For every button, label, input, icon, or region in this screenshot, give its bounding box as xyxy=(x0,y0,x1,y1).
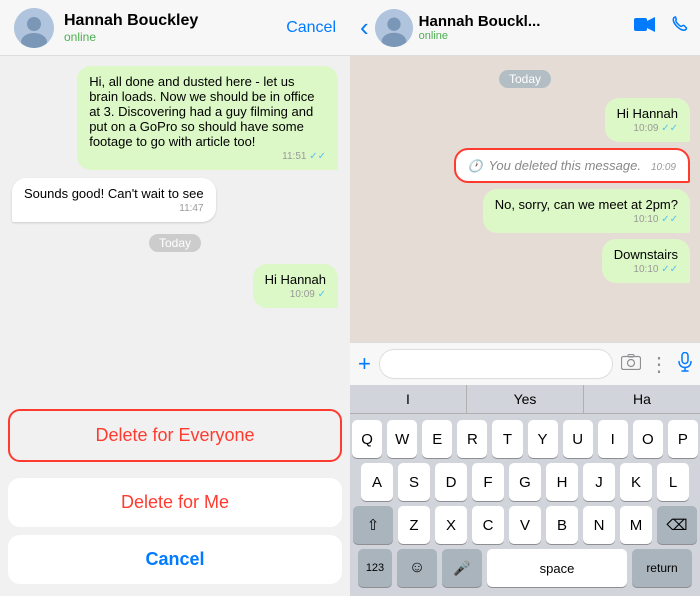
deleted-message-bubble: 🕐 You deleted this message. 10:09 xyxy=(454,148,690,183)
back-icon[interactable]: ‹ xyxy=(360,12,369,43)
right-panel: ‹ Hannah Bouckl... online xyxy=(350,0,700,596)
key-x[interactable]: X xyxy=(435,506,467,544)
key-n[interactable]: N xyxy=(583,506,615,544)
key-o[interactable]: O xyxy=(633,420,663,458)
key-k[interactable]: K xyxy=(620,463,652,501)
keyboard: Q W E R T Y U I O P A S D F G H J K L xyxy=(350,416,700,596)
key-c[interactable]: C xyxy=(472,506,504,544)
key-t[interactable]: T xyxy=(492,420,522,458)
key-z[interactable]: Z xyxy=(398,506,430,544)
key-u[interactable]: U xyxy=(563,420,593,458)
message-text-3: Hi Hannah xyxy=(265,272,326,287)
message-time-meet: 10:10 ✓✓ xyxy=(495,214,678,225)
delete-for-everyone-button[interactable]: Delete for Everyone xyxy=(8,409,342,462)
message-time-1: 11:51 ✓✓ xyxy=(89,151,326,162)
contact-name-right: Hannah Bouckl... xyxy=(419,13,628,30)
microphone-icon[interactable] xyxy=(678,352,692,377)
keyboard-row-2: A S D F G H J K L xyxy=(352,463,698,501)
left-avatar xyxy=(14,8,54,48)
key-v[interactable]: V xyxy=(509,506,541,544)
mic-key[interactable]: 🎤 xyxy=(442,549,482,587)
action-sheet: Delete for Everyone Delete for Me Cancel xyxy=(0,401,350,596)
key-j[interactable]: J xyxy=(583,463,615,501)
shift-key[interactable]: ⇧ xyxy=(353,506,393,544)
left-panel: Hannah Bouckley online Cancel Hi, all do… xyxy=(0,0,350,596)
message-text-1: Hi, all done and dusted here - let us br… xyxy=(89,74,314,149)
add-attachment-icon[interactable]: + xyxy=(358,351,371,377)
action-sheet-group: Delete for Me xyxy=(8,478,342,527)
keyboard-area: I Yes Ha Q W E R T Y U I O P A S D F xyxy=(350,385,700,596)
deleted-message-text: You deleted this message. xyxy=(488,158,641,173)
message-meet: No, sorry, can we meet at 2pm? 10:10 ✓✓ xyxy=(483,189,690,233)
key-p[interactable]: P xyxy=(668,420,698,458)
key-r[interactable]: R xyxy=(457,420,487,458)
suggestion-ha[interactable]: Ha xyxy=(584,385,700,413)
deleted-icon: 🕐 xyxy=(468,159,483,173)
action-sheet-cancel-group: Cancel xyxy=(8,535,342,584)
message-bubble-3: Hi Hannah 10:09 ✓ xyxy=(253,264,338,308)
key-w[interactable]: W xyxy=(387,420,417,458)
camera-icon[interactable] xyxy=(621,354,641,375)
cancel-action-button[interactable]: Cancel xyxy=(8,535,342,584)
return-key[interactable]: return xyxy=(632,549,692,587)
suggestion-i[interactable]: I xyxy=(350,385,467,413)
left-header-info: Hannah Bouckley online xyxy=(64,12,286,44)
contact-name-left: Hannah Bouckley xyxy=(64,12,286,30)
message-time-downstairs: 10:10 ✓✓ xyxy=(614,264,678,275)
key-q[interactable]: Q xyxy=(352,420,382,458)
keyboard-row-4: 123 ☺ 🎤 space return xyxy=(352,549,698,587)
right-header-icons xyxy=(634,16,690,39)
right-avatar xyxy=(375,9,413,47)
keyboard-row-1: Q W E R T Y U I O P xyxy=(352,420,698,458)
message-bubble-1: Hi, all done and dusted here - let us br… xyxy=(77,66,338,170)
key-b[interactable]: B xyxy=(546,506,578,544)
cancel-button[interactable]: Cancel xyxy=(286,19,336,37)
key-f[interactable]: F xyxy=(472,463,504,501)
delete-for-me-button[interactable]: Delete for Me xyxy=(8,478,342,527)
contact-status-right: online xyxy=(419,30,628,42)
keyboard-row-3: ⇧ Z X C V B N M ⌫ xyxy=(352,506,698,544)
key-m[interactable]: M xyxy=(620,506,652,544)
date-divider-right: Today xyxy=(499,70,551,88)
right-header-info: Hannah Bouckl... online xyxy=(419,13,628,42)
key-d[interactable]: D xyxy=(435,463,467,501)
message-input[interactable] xyxy=(379,349,613,379)
deleted-message-time: 10:09 xyxy=(651,162,676,173)
video-call-icon[interactable] xyxy=(634,17,656,38)
key-l[interactable]: L xyxy=(657,463,689,501)
right-chat-area: Today Hi Hannah 10:09 ✓✓ 🕐 You deleted t… xyxy=(350,56,700,342)
phone-call-icon[interactable] xyxy=(672,16,690,39)
input-bar: + ⋮ xyxy=(350,342,700,385)
message-text-downstairs: Downstairs xyxy=(614,247,678,262)
num-key[interactable]: 123 xyxy=(358,549,392,587)
message-text-hi: Hi Hannah xyxy=(617,106,678,121)
delete-key[interactable]: ⌫ xyxy=(657,506,697,544)
key-h[interactable]: H xyxy=(546,463,578,501)
suggestion-yes[interactable]: Yes xyxy=(467,385,584,413)
message-text-meet: No, sorry, can we meet at 2pm? xyxy=(495,197,678,212)
key-g[interactable]: G xyxy=(509,463,541,501)
message-hi-hannah: Hi Hannah 10:09 ✓✓ xyxy=(605,98,690,142)
key-s[interactable]: S xyxy=(398,463,430,501)
message-time-2: 11:47 xyxy=(24,203,204,214)
message-text-2: Sounds good! Can't wait to see xyxy=(24,186,204,201)
key-e[interactable]: E xyxy=(422,420,452,458)
key-i[interactable]: I xyxy=(598,420,628,458)
left-header: Hannah Bouckley online Cancel xyxy=(0,0,350,56)
emoji-key[interactable]: ☺ xyxy=(397,549,437,587)
more-options-icon[interactable]: ⋮ xyxy=(649,352,670,377)
space-key[interactable]: space xyxy=(487,549,627,587)
key-y[interactable]: Y xyxy=(528,420,558,458)
message-downstairs: Downstairs 10:10 ✓✓ xyxy=(602,239,690,283)
right-header: ‹ Hannah Bouckl... online xyxy=(350,0,700,56)
keyboard-suggestions: I Yes Ha xyxy=(350,385,700,414)
message-time-hi: 10:09 ✓✓ xyxy=(617,123,678,134)
date-divider-left: Today xyxy=(149,234,201,252)
contact-status-left: online xyxy=(64,30,286,44)
message-bubble-2: Sounds good! Can't wait to see 11:47 xyxy=(12,178,216,222)
key-a[interactable]: A xyxy=(361,463,393,501)
message-time-3: 10:09 ✓ xyxy=(265,289,326,300)
